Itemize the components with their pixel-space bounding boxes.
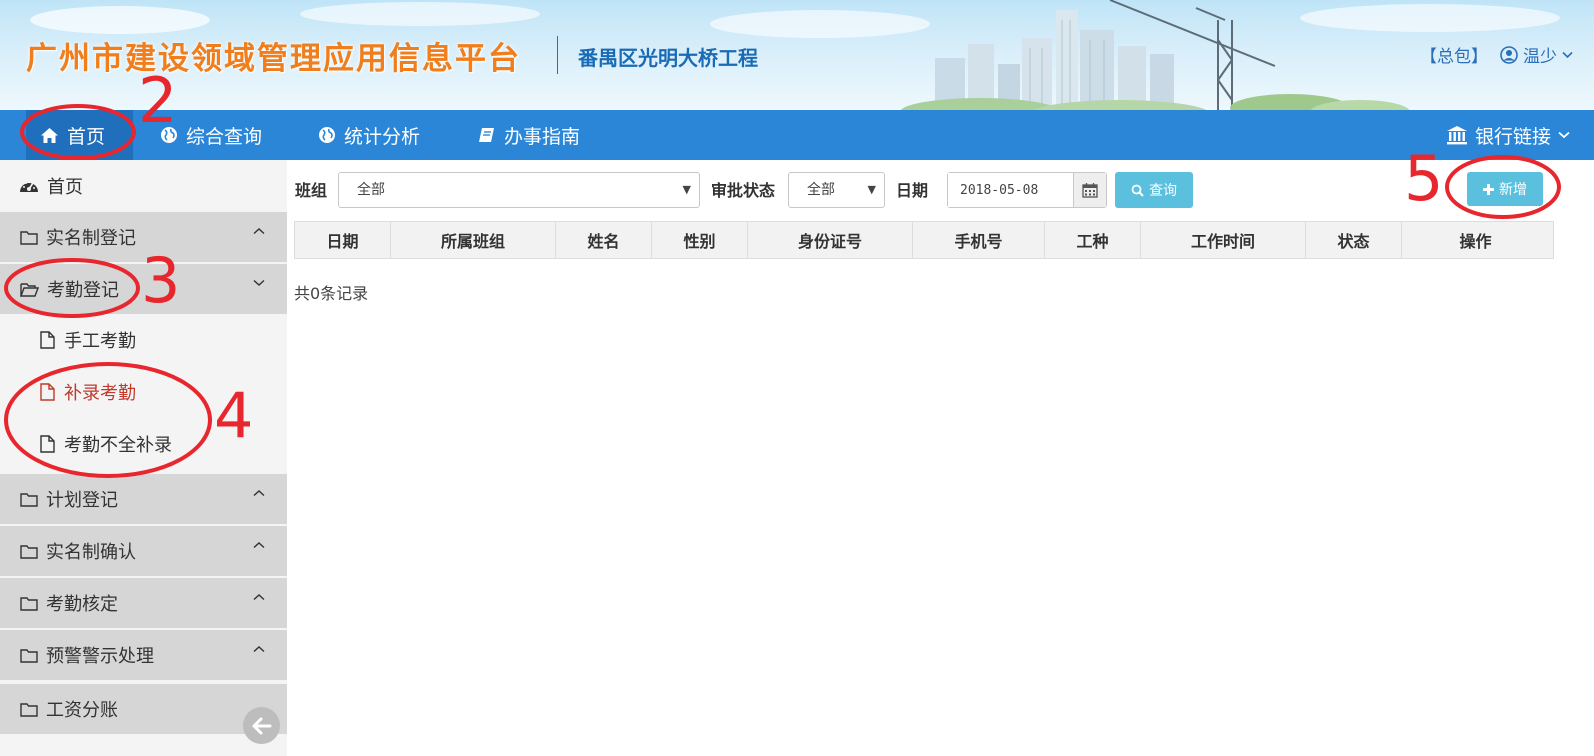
sidebar-item-manual-attendance[interactable]: 手工考勤: [0, 314, 287, 366]
user-name: 温少: [1523, 47, 1557, 67]
folder-icon: [20, 492, 38, 507]
user-circle-icon: [1500, 45, 1518, 64]
sidebar-group-label: 计划登记: [46, 490, 118, 511]
sidebar-item-home[interactable]: 首页: [0, 160, 287, 212]
home-icon: [41, 127, 58, 143]
query-button[interactable]: 查询: [1115, 172, 1193, 208]
calendar-icon: [1082, 183, 1098, 198]
column-header-team: 所属班组: [391, 222, 556, 258]
chevron-up-icon: [253, 542, 265, 549]
bank-icon: [1447, 126, 1467, 145]
sidebar-group-realname-confirm[interactable]: 实名制确认: [0, 526, 287, 576]
header-user-area: 【总包】 温少: [1420, 42, 1573, 67]
chevron-up-icon: [253, 228, 265, 235]
team-select-value: 全部: [357, 182, 385, 198]
team-filter-label: 班组: [295, 181, 328, 200]
nav-bank-link[interactable]: 银行链接: [1446, 110, 1570, 160]
sidebar-item-label: 手工考勤: [64, 331, 136, 352]
sidebar-home-label: 首页: [47, 177, 83, 198]
nav-query-label: 综合查询: [186, 125, 263, 148]
add-button-label: 新增: [1499, 181, 1527, 197]
chevron-down-icon: [253, 279, 265, 286]
nav-stats-label: 统计分析: [344, 125, 421, 148]
date-picker: [947, 172, 1107, 208]
column-header-date: 日期: [295, 222, 391, 258]
annotation-number-5: 5: [1404, 142, 1444, 215]
sidebar-group-label: 工资分账: [46, 700, 118, 721]
sidebar-group-label: 考勤核定: [46, 594, 118, 615]
attendance-table-header: 日期 所属班组 姓名 性别 身份证号 手机号 工种 工作时间 状态 操作: [294, 221, 1554, 259]
sidebar-group-plan-register[interactable]: 计划登记: [0, 474, 287, 524]
file-icon: [40, 383, 55, 401]
chevron-up-icon: [253, 490, 265, 497]
column-header-name: 姓名: [556, 222, 652, 258]
sidebar-collapse-button[interactable]: [243, 707, 280, 744]
sidebar-item-label: 考勤不全补录: [64, 435, 172, 456]
folder-icon: [20, 702, 38, 717]
app-root: 广州市建设领域管理应用信息平台 番禺区光明大桥工程 【总包】 温少 首页 综合查…: [0, 0, 1594, 756]
app-title: 广州市建设领域管理应用信息平台: [26, 41, 521, 77]
nav-home-label: 首页: [67, 125, 106, 148]
column-header-status: 状态: [1306, 222, 1402, 258]
nav-guide[interactable]: 办事指南: [478, 110, 580, 160]
folder-icon: [20, 596, 38, 611]
search-icon: [1131, 184, 1144, 197]
project-name: 番禺区光明大桥工程: [578, 46, 758, 70]
column-header-gender: 性别: [652, 222, 748, 258]
sidebar-group-attendance-verify[interactable]: 考勤核定: [0, 578, 287, 628]
add-button[interactable]: 新增: [1467, 172, 1543, 206]
chevron-down-icon: [1562, 51, 1573, 58]
file-icon: [40, 331, 55, 349]
main-content: 班组 全部 ▼ 审批状态 全部 ▼ 日期 2018-05-08 查询 新增 日期…: [287, 160, 1594, 756]
annotation-number-3: 3: [141, 244, 181, 317]
nav-home[interactable]: 首页: [26, 110, 133, 160]
sidebar-group-label: 预警警示处理: [46, 646, 154, 667]
folder-icon: [20, 544, 38, 559]
chevron-up-icon: [253, 594, 265, 601]
plus-icon: [1483, 183, 1494, 195]
status-select-value: 全部: [807, 182, 835, 198]
column-header-phone: 手机号: [913, 222, 1045, 258]
date-input[interactable]: [948, 173, 1073, 207]
sidebar-item-label: 补录考勤: [64, 383, 136, 404]
date-filter-label: 日期: [896, 181, 929, 200]
calendar-button[interactable]: [1073, 173, 1106, 207]
caret-down-icon: ▼: [867, 183, 876, 196]
sidebar-group-label: 考勤登记: [47, 280, 119, 301]
folder-icon: [20, 230, 38, 245]
column-header-id-number: 身份证号: [748, 222, 913, 258]
nav-stats[interactable]: 统计分析: [318, 110, 420, 160]
arrow-left-icon: [252, 717, 271, 734]
query-button-label: 查询: [1149, 182, 1177, 198]
sidebar-group-warning-handle[interactable]: 预警警示处理: [0, 630, 287, 680]
sidebar-group-label: 实名制登记: [46, 228, 136, 249]
nav-bank-label: 银行链接: [1475, 125, 1552, 148]
column-header-job-type: 工种: [1045, 222, 1141, 258]
status-select[interactable]: 全部 ▼: [788, 172, 885, 208]
file-icon: [40, 435, 55, 453]
record-count: 共0条记录: [294, 284, 369, 303]
header-banner: 广州市建设领域管理应用信息平台 番禺区光明大桥工程 【总包】 温少: [0, 0, 1594, 110]
chevron-up-icon: [253, 646, 265, 653]
folder-icon: [20, 648, 38, 663]
book-icon: [479, 127, 494, 142]
title-divider: [557, 36, 558, 74]
folder-open-icon: [20, 282, 39, 297]
dashboard-icon: [20, 182, 38, 192]
sidebar-group-label: 实名制确认: [46, 542, 136, 563]
globe-icon: [319, 127, 335, 143]
caret-down-icon: ▼: [682, 183, 691, 196]
column-header-actions: 操作: [1459, 232, 1492, 251]
user-menu[interactable]: 温少: [1500, 42, 1573, 67]
annotation-number-4: 4: [214, 379, 254, 452]
nav-guide-label: 办事指南: [504, 125, 581, 148]
annotation-number-2: 2: [138, 64, 178, 137]
top-nav: 首页 综合查询 统计分析 办事指南 银行链接: [0, 110, 1594, 160]
team-select[interactable]: 全部 ▼: [338, 172, 700, 208]
status-filter-label: 审批状态: [711, 181, 776, 200]
column-header-work-time: 工作时间: [1141, 222, 1306, 258]
chevron-down-icon: [1558, 131, 1570, 139]
role-label[interactable]: 【总包】: [1420, 42, 1488, 67]
